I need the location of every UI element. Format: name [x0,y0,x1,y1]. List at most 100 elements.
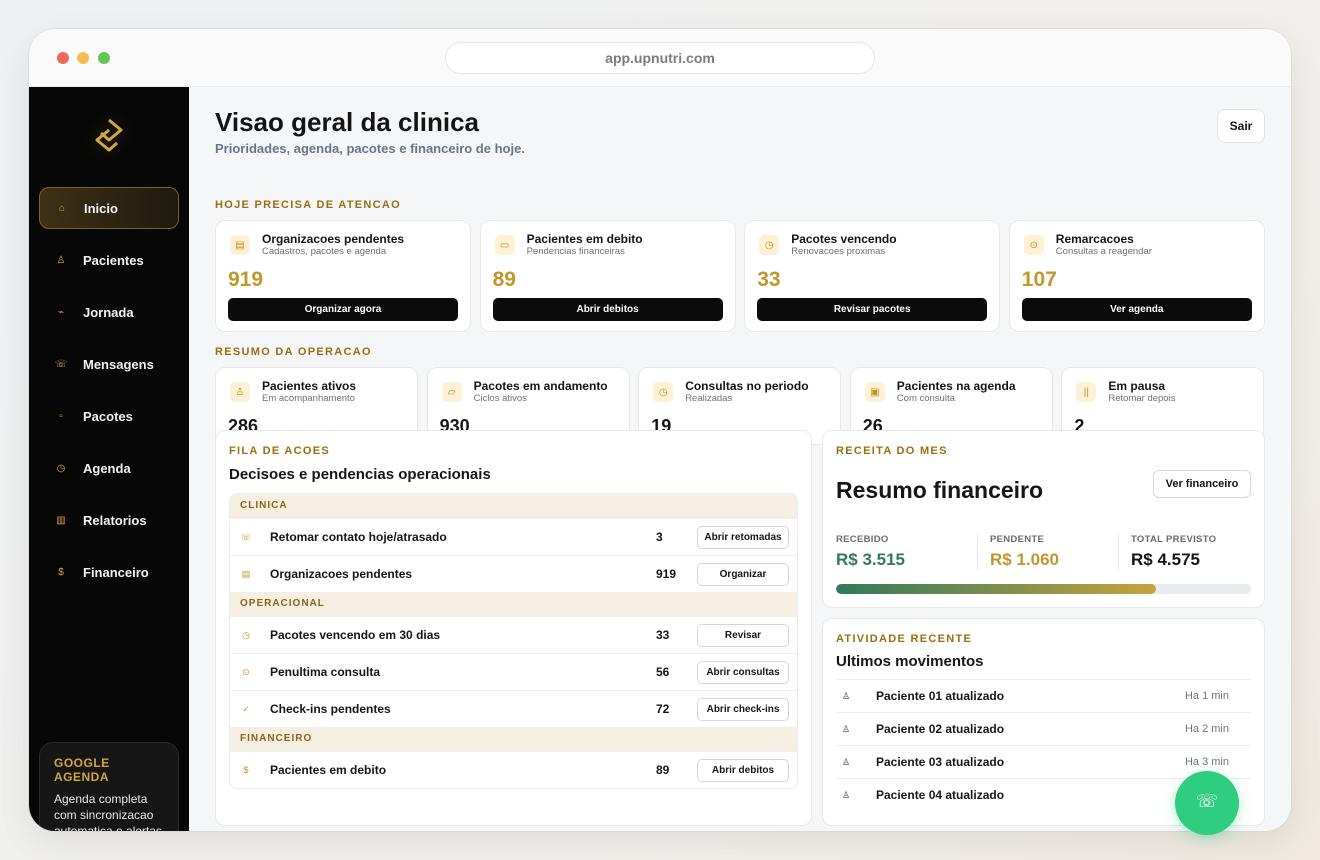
sidebar-item-icon: ⌂ [58,202,66,214]
sidebar-item-pacotes[interactable]: ▫ Pacotes [39,395,179,437]
sidebar-item-financeiro[interactable]: $ Financeiro [39,551,179,593]
sidebar: ⌂ Inicio ♙ Pacientes ⌁ Jornada ☏ Mensagens ▫ Paco… [29,87,189,831]
sidebar-item-label: Pacotes [83,408,133,424]
row-count: 56 [656,665,670,679]
sidebar-item-icon: ▥ [56,514,66,526]
card-action-button[interactable]: Ver agenda [1021,298,1252,321]
card-action-button[interactable]: Revisar pacotes [757,298,988,321]
activity-item[interactable]: ♙ Paciente 01 atualizado Ha 1 min [836,679,1251,712]
maximize-window-button[interactable] [98,52,110,64]
google-agenda-card[interactable]: GOOGLE AGENDA Agenda completa com sincro… [39,742,179,831]
card-count: 89 [492,268,516,291]
close-window-button[interactable] [57,52,69,64]
page-title: Visao geral da clinica [215,107,479,137]
table-row: ▤ Organizacoes pendentes 919 Organizar [230,555,797,592]
card-count: 919 [228,268,264,291]
card-title: Pacotes vencendo [791,232,897,246]
row-action-button[interactable]: Abrir debitos [697,759,789,782]
table-row: ✓ Check-ins pendentes 72 Abrir check-ins [230,690,797,727]
sidebar-item-jornada[interactable]: ⌁ Jornada [39,291,179,333]
received-label: RECEBIDO [836,534,889,545]
sidebar-item-inicio[interactable]: ⌂ Inicio [39,187,179,229]
sidebar-item-label: Pacientes [83,252,144,268]
phone-icon: ☏ [1195,791,1219,811]
google-agenda-title: GOOGLE AGENDA [54,756,110,784]
queue-group-header: CLINICA [230,494,797,518]
action-queue-table: CLINICA ☏ Retomar contato hoje/atrasado 3 Ab… [229,493,798,789]
card-icon: ♙ [230,382,250,402]
activity-label: ATIVIDADE RECENTE [836,633,973,645]
card-title: Pacientes na agenda [896,379,1016,393]
browser-titlebar: app.upnutri.com [29,29,1291,87]
view-finance-button[interactable]: Ver financeiro [1153,470,1251,498]
browser-window: app.upnutri.com ⌂ Inicio ♙ Pacientes ⌁ Jornad… [29,29,1291,831]
row-icon: ⊙ [242,667,250,677]
sidebar-item-label: Financeiro [83,564,149,580]
row-count: 89 [656,763,670,777]
activity-item[interactable]: ♙ Paciente 02 atualizado Ha 2 min [836,712,1251,745]
activity-time: Ha 1 min [1184,690,1229,702]
row-action-button[interactable]: Abrir retomadas [697,526,789,549]
total-value: R$ 4.575 [1131,550,1200,569]
card-action-button[interactable]: Abrir debitos [492,298,723,321]
page-subtitle: Prioridades, agenda, pacotes e financeir… [215,141,525,156]
card-action-button[interactable]: Organizar agora [228,298,458,321]
divider [1118,534,1119,570]
row-action-button[interactable]: Revisar [697,624,789,647]
attention-card: ▤ Organizacoes pendentes Cadastros, pacote… [215,220,471,332]
user-icon: ♙ [842,724,851,734]
card-subtitle: Realizadas [685,393,733,404]
card-title: Consultas no periodo [685,379,809,393]
row-action-button[interactable]: Organizar [697,563,789,586]
sidebar-item-mensagens[interactable]: ☏ Mensagens [39,343,179,385]
card-title: Pacotes em andamento [473,379,608,393]
activity-item[interactable]: ♙ Paciente 03 atualizado Ha 3 min [836,745,1251,778]
attention-card: ⊙ Remarcacoes Consultas a reagendar 107 Ver … [1008,220,1265,332]
attention-section-label: HOJE PRECISA DE ATENCAO [215,199,401,211]
card-subtitle: Renovacoes proximas [791,246,886,257]
address-bar[interactable]: app.upnutri.com [445,42,875,74]
user-icon: ♙ [842,757,851,767]
action-queue-label: FILA DE ACOES [229,445,331,457]
revenue-progress-bar [836,584,1251,594]
row-action-button[interactable]: Abrir consultas [697,661,789,684]
row-label: Retomar contato hoje/atrasado [270,530,447,544]
attention-card: ▭ Pacientes em debito Pendencias financeir… [479,220,736,332]
row-count: 33 [656,628,670,642]
sidebar-item-relatorios[interactable]: ▥ Relatorios [39,499,179,541]
sidebar-item-agenda[interactable]: ◷ Agenda [39,447,179,489]
minimize-window-button[interactable] [77,52,89,64]
row-count: 919 [656,567,677,581]
row-label: Pacientes em debito [270,763,387,777]
finance-title: Resumo financeiro [836,477,1044,503]
user-icon: ♙ [842,790,851,800]
row-icon: ✓ [242,704,250,714]
card-icon: ◷ [653,382,674,402]
finance-label: RECEITA DO MES [836,445,948,457]
total-label: TOTAL PREVISTO [1131,534,1217,545]
sidebar-item-label: Jornada [83,304,134,320]
row-label: Penultima consulta [270,665,381,679]
card-subtitle: Pendencias financeiras [526,246,625,257]
divider [977,534,978,570]
google-agenda-description: Agenda completa com sincronizacao automa… [54,792,163,831]
sidebar-item-pacientes[interactable]: ♙ Pacientes [39,239,179,281]
card-icon: ▤ [230,235,250,255]
action-queue-title: Decisoes e pendencias operacionais [229,466,491,483]
card-icon: ⊙ [1023,235,1044,255]
main-content: Visao geral da clinica Prioridades, agen… [189,87,1291,831]
table-row: ◷ Pacotes vencendo em 30 dias 33 Revisar [230,616,797,653]
table-row: ⊙ Penultima consulta 56 Abrir consultas [230,653,797,690]
row-action-button[interactable]: Abrir check-ins [697,698,789,721]
card-icon: ▣ [864,382,885,402]
card-title: Em pausa [1108,379,1166,393]
card-count: 107 [1021,268,1057,291]
brand-logo-icon[interactable] [87,107,131,163]
whatsapp-fab-button[interactable]: ☏ [1175,771,1239,835]
activity-label: Paciente 02 atualizado [876,722,1005,736]
logout-button[interactable]: Sair [1217,109,1265,143]
revenue-progress-fill [836,584,1156,594]
card-icon: ◷ [759,235,780,255]
pending-stat: PENDENTE R$ 1.060 [990,534,1059,570]
summary-section-label: RESUMO DA OPERACAO [215,346,372,358]
